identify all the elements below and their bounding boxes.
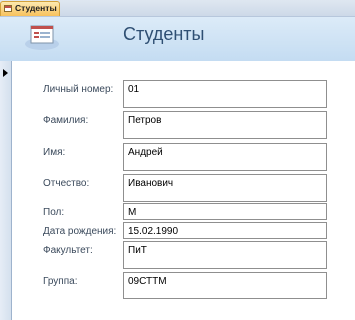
first-name-field[interactable]: Андрей <box>123 143 327 171</box>
label-patronymic: Отчество: <box>43 178 90 189</box>
label-faculty: Факультет: <box>43 245 93 256</box>
tab-students[interactable]: Студенты <box>0 1 60 16</box>
label-personal-number: Личный номер: <box>43 84 114 95</box>
group-field[interactable]: 09СТТМ <box>123 272 327 299</box>
document-tab-strip: Студенты <box>0 0 355 17</box>
form-detail: Личный номер: 01 Фамилия: Петров Имя: Ан… <box>13 61 355 320</box>
form-icon <box>4 5 12 12</box>
form-logo-icon <box>25 25 59 50</box>
label-birth-date: Дата рождения: <box>43 226 117 237</box>
label-first-name: Имя: <box>43 147 66 158</box>
form-header: Студенты <box>0 17 355 61</box>
current-record-arrow-icon <box>3 69 8 77</box>
personal-number-field[interactable]: 01 <box>123 80 327 108</box>
surname-field[interactable]: Петров <box>123 111 327 139</box>
faculty-field[interactable]: ПиТ <box>123 241 327 269</box>
patronymic-field[interactable]: Иванович <box>123 174 327 202</box>
tab-label: Студенты <box>15 3 57 13</box>
gender-field[interactable]: М <box>123 203 327 220</box>
record-selector[interactable] <box>0 61 12 320</box>
label-surname: Фамилия: <box>43 115 89 126</box>
label-gender: Пол: <box>43 207 65 218</box>
birth-date-field[interactable]: 15.02.1990 <box>123 222 327 239</box>
label-group: Группа: <box>43 276 78 287</box>
form-title: Студенты <box>123 24 205 44</box>
